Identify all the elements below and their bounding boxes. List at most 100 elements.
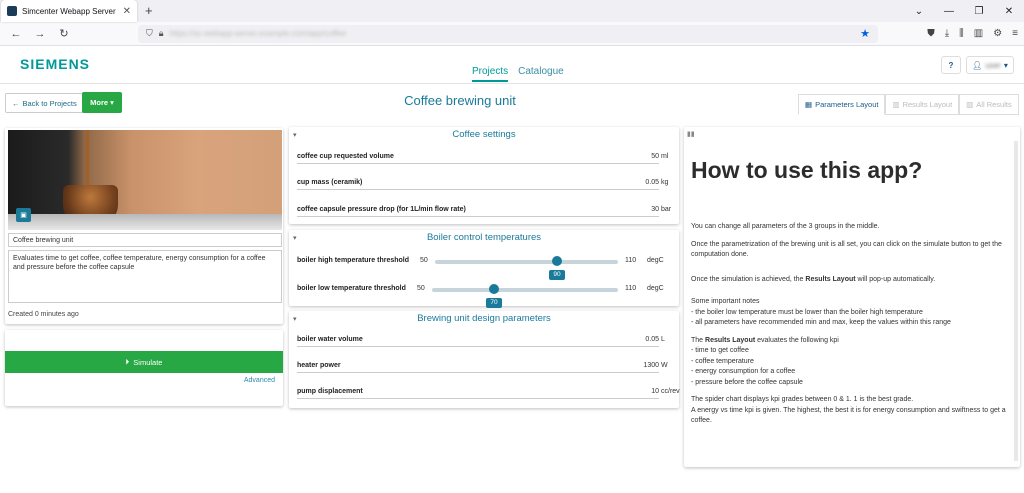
project-image: ▣ — [8, 130, 282, 230]
slider-handle[interactable] — [489, 284, 499, 294]
slider-max: 110 — [625, 257, 637, 264]
tab-title: Simcenter Webapp Server - Pro — [22, 6, 118, 16]
text-span: evaluates the following kpi — [755, 336, 839, 344]
slider-track[interactable]: 70 — [432, 284, 618, 308]
sidebar-icon[interactable]: ▥ — [974, 28, 983, 39]
image-ground — [8, 214, 282, 230]
howto-panel: ▮▮ How to use this app? You can change a… — [684, 127, 1020, 467]
slider-label: boiler low temperature threshold — [297, 285, 406, 292]
close-tab-icon[interactable]: ✕ — [123, 6, 131, 17]
notes-title: Some important notes — [691, 298, 760, 305]
chart-icon: ▥ — [892, 100, 900, 109]
scrollbar[interactable] — [1014, 141, 1018, 461]
window-controls: ⌄ — ❐ ✕ — [904, 0, 1024, 22]
param-value[interactable]: 30 — [651, 206, 659, 213]
text-bold: Results Layout — [805, 275, 856, 283]
close-window-icon[interactable]: ✕ — [994, 0, 1024, 22]
param-value[interactable]: 50 — [651, 153, 659, 160]
slider-handle[interactable] — [552, 256, 562, 266]
page-title: Coffee brewing unit — [404, 93, 516, 108]
note-item: - all parameters have recommended min an… — [691, 319, 951, 326]
project-name-field[interactable]: Coffee brewing unit — [8, 233, 282, 247]
back-arrow-icon[interactable]: ← — [6, 28, 26, 40]
param-value[interactable]: 0.05 — [645, 179, 659, 186]
howto-paragraph: You can change all parameters of the 3 g… — [691, 223, 880, 230]
help-button[interactable]: ? — [941, 56, 961, 74]
extensions-icon[interactable]: ⚙︎ — [993, 28, 1002, 39]
image-edit-icon[interactable]: ▣ — [16, 208, 31, 222]
slider-value-tooltip: 70 — [486, 298, 502, 308]
url-text[interactable]: https://sc-webapp-server.example.com/app… — [170, 29, 855, 38]
tab-results-layout[interactable]: ▥ Results Layout — [885, 94, 960, 115]
param-cup-mass[interactable]: cup mass (ceramik) 0.05 kg — [297, 176, 668, 190]
browser-navbar: ← → ↻ ⛉ 🔒︎ https://sc-webapp-server.exam… — [0, 22, 1024, 46]
slider-track[interactable]: 90 — [435, 256, 618, 280]
tab-parameters-layout[interactable]: ▦ Parameters Layout — [798, 94, 886, 115]
help-icon: ? — [948, 60, 954, 70]
project-description-field[interactable]: Evaluates time to get coffee, coffee tem… — [8, 250, 282, 303]
kpi-item: - time to get coffee — [691, 347, 749, 354]
simulate-button[interactable]: ⏵ Simulate — [5, 351, 283, 373]
library-icon[interactable]: ⫼ — [959, 28, 964, 39]
param-value[interactable]: 1300 — [643, 362, 659, 369]
project-card: ▣ Coffee brewing unit Evaluates time to … — [5, 128, 283, 324]
main-nav: Projects Catalogue — [472, 66, 564, 82]
caret-down-icon: ▾ — [110, 98, 114, 107]
section-title: Brewing unit design parameters — [417, 313, 551, 324]
url-bar[interactable]: ⛉ 🔒︎ https://sc-webapp-server.example.co… — [138, 24, 878, 43]
forward-arrow-icon[interactable]: → — [30, 28, 50, 40]
menu-icon[interactable]: ≡ — [1012, 28, 1018, 39]
tab-all-results[interactable]: ▥ All Results — [959, 94, 1019, 115]
download-icon[interactable]: ⤓ — [945, 28, 949, 39]
boiler-control-panel: ▾ Boiler control temperatures boiler hig… — [289, 230, 679, 308]
pocket-icon[interactable]: ⛊ — [927, 28, 935, 39]
slider-min: 50 — [417, 285, 425, 292]
section-title: Coffee settings — [452, 129, 516, 140]
book-icon: ▮▮ — [687, 131, 695, 138]
siemens-logo[interactable]: SIEMENS — [20, 56, 90, 72]
browser-tabbar: Simcenter Webapp Server - Pro ✕ + ⌄ — ❐ … — [0, 0, 1024, 22]
slider-unit: degC — [647, 285, 664, 292]
user-menu-button[interactable]: 👤︎ user ▾ — [966, 56, 1014, 74]
minimize-icon[interactable]: — — [934, 0, 964, 22]
bookmark-star-icon[interactable]: ★ — [860, 27, 870, 40]
nav-catalogue[interactable]: Catalogue — [518, 66, 564, 82]
param-cup-volume[interactable]: coffee cup requested volume 50 ml — [297, 150, 668, 164]
text-span: The — [691, 336, 706, 344]
arrow-left-icon: ← — [12, 98, 20, 108]
param-value[interactable]: 0.05 — [645, 336, 659, 343]
advanced-link[interactable]: Advanced — [244, 377, 275, 384]
app-header: SIEMENS Projects Catalogue ? 👤︎ user ▾ — [0, 46, 1024, 84]
lock-icon[interactable]: 🔒︎ — [159, 28, 164, 39]
text-bold: Results Layout — [705, 336, 756, 344]
howto-title: How to use this app? — [691, 157, 923, 183]
more-button[interactable]: More ▾ — [82, 92, 122, 113]
restore-icon[interactable]: ❐ — [964, 0, 994, 22]
text-span: A energy vs time kpi is given. The highe… — [691, 406, 1006, 425]
param-value[interactable]: 10 — [651, 388, 659, 395]
note-item: - the boiler low temperature must be low… — [691, 308, 923, 316]
param-unit: kg — [661, 179, 669, 186]
user-name: user — [985, 60, 1001, 70]
howto-paragraph: Once the simulation is achieved, the Res… — [691, 275, 1009, 286]
param-label: cup mass (ceramik) — [297, 179, 363, 186]
param-unit: L — [661, 336, 665, 343]
nav-projects[interactable]: Projects — [472, 66, 509, 82]
browser-tab[interactable]: Simcenter Webapp Server - Pro ✕ — [1, 0, 137, 22]
chevron-down-icon[interactable]: ⌄ — [904, 0, 934, 22]
param-capsule-pressure[interactable]: coffee capsule pressure drop (for 1L/min… — [297, 203, 671, 217]
back-to-projects-button[interactable]: ← Back to Projects — [5, 93, 84, 113]
param-unit: bar — [661, 206, 672, 213]
new-tab-icon[interactable]: + — [145, 3, 153, 18]
reload-icon[interactable]: ↻ — [54, 27, 74, 40]
param-pump-displacement[interactable]: pump displacement 10 cc/rev — [297, 385, 680, 399]
param-label: heater power — [297, 362, 341, 369]
shield-icon[interactable]: ⛉ — [146, 28, 153, 39]
back-label: Back to Projects — [22, 98, 77, 108]
slider-label: boiler high temperature threshold — [297, 257, 410, 264]
tab-label: Parameters Layout — [815, 100, 879, 109]
param-unit: W — [661, 362, 668, 369]
slider-unit: degC — [647, 257, 664, 264]
param-heater-power[interactable]: heater power 1300 W — [297, 359, 668, 373]
param-water-volume[interactable]: boiler water volume 0.05 L — [297, 333, 665, 347]
